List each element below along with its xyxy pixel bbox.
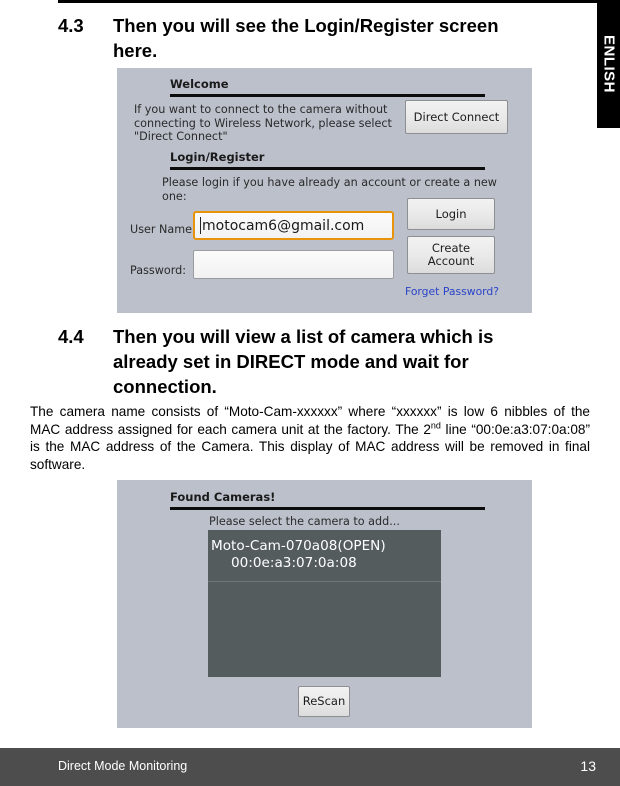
login-register-heading: Login/Register [170,150,265,164]
welcome-heading: Welcome [170,77,229,91]
camera-name-explanation-paragraph: The camera name consists of “Moto-Cam-xx… [30,403,590,473]
create-account-button[interactable]: Create Account [407,236,495,274]
camera-list-item[interactable]: Moto-Cam-070a08(OPEN) 00:0e:a3:07:0a:08 [208,530,441,582]
found-cameras-heading: Found Cameras! [170,490,276,504]
found-cameras-screenshot-panel: Found Cameras! Please select the camera … [117,480,532,728]
login-button[interactable]: Login [407,198,495,230]
username-input[interactable]: motocam6@gmail.com [193,211,394,240]
camera-name: Moto-Cam-070a08(OPEN) [211,538,386,554]
page-top-rule [58,0,597,3]
login-register-heading-rule [170,167,485,170]
camera-list[interactable]: Moto-Cam-070a08(OPEN) 00:0e:a3:07:0a:08 [208,530,441,677]
password-label: Password: [130,264,187,277]
found-cameras-instruction: Please select the camera to add... [209,515,400,528]
step-heading-4-3: 4.3 Then you will see the Login/Register… [58,13,558,63]
username-label: User Name: [130,223,196,236]
username-input-value: motocam6@gmail.com [202,217,365,234]
forget-password-link[interactable]: Forget Password? [405,285,499,298]
footer-section-title: Direct Mode Monitoring [58,759,188,773]
language-tab[interactable]: ENLISH [597,0,620,128]
welcome-heading-rule [170,94,485,97]
step-text-4-3: Then you will see the Login/Register scr… [113,15,499,61]
camera-mac-address: 00:0e:a3:07:0a:08 [231,555,357,571]
direct-connect-button[interactable]: Direct Connect [405,100,508,134]
footer-page-number: 13 [580,758,596,774]
language-tab-label: ENLISH [600,34,617,94]
text-caret-icon [200,217,201,234]
found-cameras-heading-rule [170,507,485,510]
login-register-screenshot-panel: Welcome If you want to connect to the ca… [117,68,532,313]
rescan-button[interactable]: ReScan [298,686,350,717]
step-number-4-3: 4.3 [58,15,84,36]
welcome-description: If you want to connect to the camera wit… [134,103,392,143]
step-number-4-4: 4.4 [58,326,84,347]
step-heading-4-4: 4.4 Then you will view a list of camera … [58,324,568,399]
paragraph-superscript: nd [430,420,441,431]
page-footer: Direct Mode Monitoring 13 [0,748,620,786]
step-text-4-4: Then you will view a list of camera whic… [113,326,494,397]
password-input[interactable] [193,250,394,279]
